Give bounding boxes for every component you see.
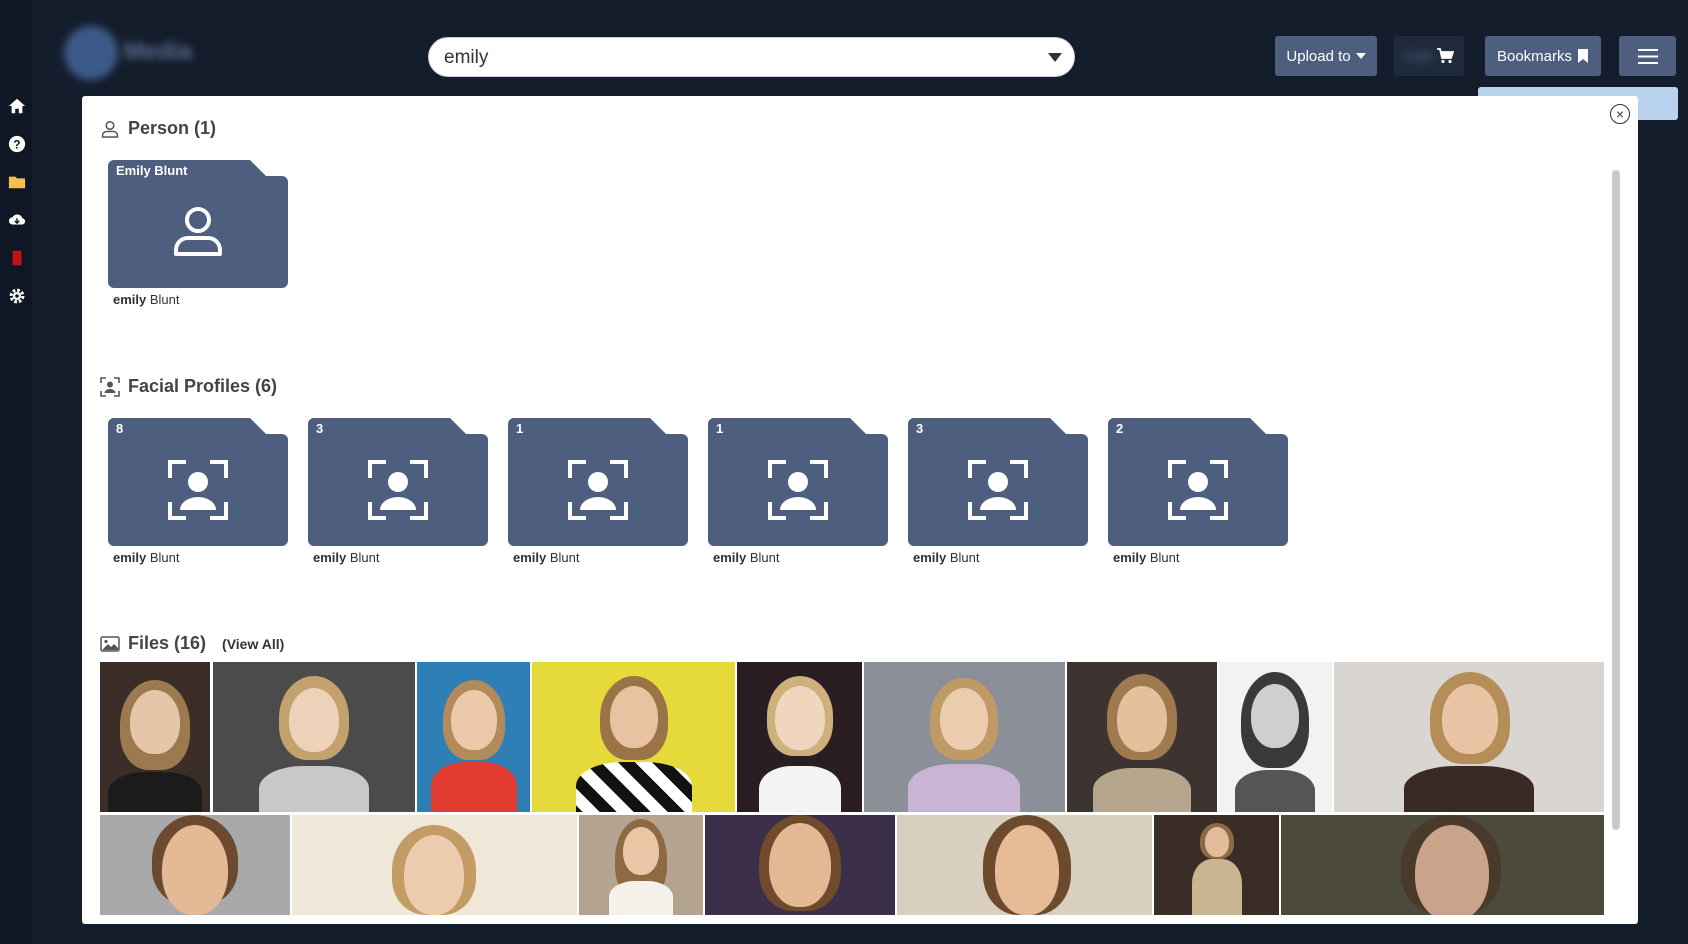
file-thumbnail[interactable] [705,815,895,915]
face-scan-icon [168,460,228,520]
folder-icon[interactable] [7,172,27,192]
bookmarks-button[interactable]: Bookmarks [1485,36,1601,76]
gear-icon[interactable] [7,286,27,306]
caret-down-icon [1355,53,1366,59]
person-folder-label: emily Blunt [113,292,180,307]
facial-profile-label: emily Blunt [113,550,180,565]
files-section-heading: Files (16) (View All) [100,633,284,654]
app-logo[interactable]: Media [64,26,214,80]
file-thumbnail[interactable] [579,815,703,915]
person-folder[interactable]: Emily Blunt [108,160,288,288]
face-scan-icon [1168,460,1228,520]
facial-profile-folder[interactable]: 2 [1108,418,1288,546]
file-thumbnail[interactable] [100,815,290,915]
facial-profile-folder[interactable]: 3 [308,418,488,546]
help-icon[interactable]: ? [7,134,27,154]
face-scan-icon [768,460,828,520]
file-thumbnail[interactable] [532,662,735,812]
facial-profile-count: 1 [716,421,724,436]
file-thumbnail[interactable] [417,662,530,812]
facial-profile-folder[interactable]: 1 [508,418,688,546]
person-folder-name: Emily Blunt [116,163,188,178]
facial-profile-label: emily Blunt [913,550,980,565]
file-thumbnail[interactable] [737,662,862,812]
file-thumbnail[interactable] [1219,662,1332,812]
facial-profile-label: emily Blunt [713,550,780,565]
files-section-title: Files (16) [128,633,207,653]
svg-text:?: ? [13,139,20,152]
file-thumbnail[interactable] [1067,662,1217,812]
file-thumbnail[interactable] [1281,815,1604,915]
facial-profile-count: 1 [516,421,524,436]
person-icon [174,207,222,256]
person-icon [101,120,119,138]
bookmarks-label: Bookmarks [1496,47,1573,65]
face-scan-icon [100,376,120,397]
upload-to-button[interactable]: Upload to [1275,36,1377,76]
facial-profile-folder[interactable]: 3 [908,418,1088,546]
close-icon[interactable]: × [1610,104,1630,124]
cloud-download-icon[interactable] [7,210,27,230]
left-sidebar: ? [0,0,32,944]
search-results-panel: × Person (1) Emily Blunt emily Blunt Fac… [82,96,1638,924]
person-section-heading: Person (1) [100,118,216,139]
bookmark-icon [1578,49,1589,63]
file-thumbnail[interactable] [100,662,210,812]
hamburger-menu-button[interactable] [1619,36,1676,76]
file-thumbnail[interactable] [1154,815,1279,915]
facial-profile-folder[interactable]: 8 [108,418,288,546]
person-section-title: Person (1) [128,118,217,138]
file-thumbnail[interactable] [864,662,1065,812]
facial-profiles-title: Facial Profiles (6) [128,376,278,396]
cart-button[interactable]: Cart [1394,36,1464,76]
file-thumbnail[interactable] [213,662,415,812]
upload-to-label: Upload to [1286,47,1351,65]
home-icon[interactable] [7,96,27,116]
face-scan-icon [568,460,628,520]
cart-label: Cart [1403,47,1433,65]
facial-profiles-heading: Facial Profiles (6) [100,376,277,397]
facial-profile-label: emily Blunt [513,550,580,565]
facial-profile-folder[interactable]: 1 [708,418,888,546]
scrollbar[interactable] [1612,170,1620,830]
hamburger-icon [1637,48,1658,64]
image-icon [100,635,120,652]
file-thumbnail[interactable] [897,815,1152,915]
face-scan-icon [968,460,1028,520]
facial-profile-label: emily Blunt [313,550,380,565]
file-thumbnail[interactable] [1334,662,1604,812]
red-book-icon[interactable] [7,248,27,268]
facial-profile-count: 3 [916,421,924,436]
facial-profile-count: 3 [316,421,324,436]
shopping-cart-icon [1437,48,1455,64]
facial-profile-label: emily Blunt [1113,550,1180,565]
search-dropdown-caret-icon[interactable] [1048,53,1062,62]
search-box[interactable]: emily [428,37,1075,77]
facial-profile-count: 2 [1116,421,1124,436]
search-input[interactable]: emily [444,47,488,69]
file-thumbnail[interactable] [292,815,577,915]
view-all-link[interactable]: (View All) [222,636,284,652]
face-scan-icon [368,460,428,520]
facial-profile-count: 8 [116,421,124,436]
